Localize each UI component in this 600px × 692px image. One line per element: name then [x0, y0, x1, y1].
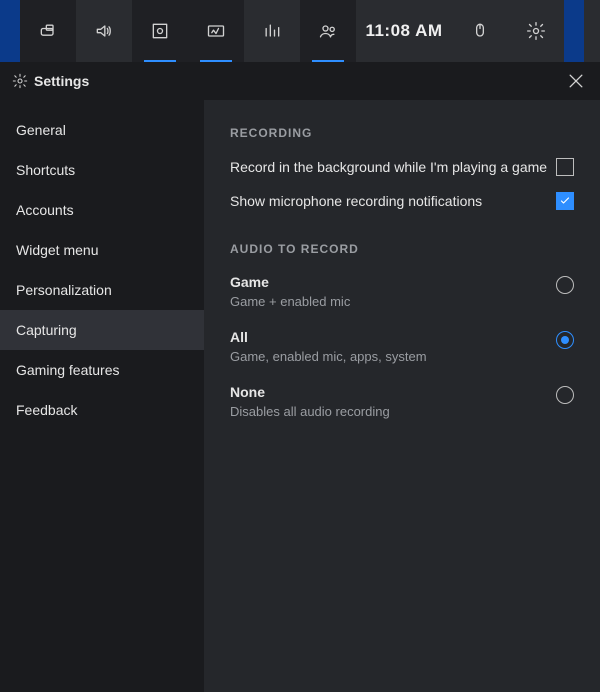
- sidebar-item-label: Personalization: [16, 282, 112, 298]
- widget-performance[interactable]: [188, 0, 244, 62]
- settings-title: Settings: [34, 73, 89, 89]
- record-background-label: Record in the background while I'm playi…: [230, 159, 547, 175]
- widget-social[interactable]: [300, 0, 356, 62]
- audio-option-desc: Game + enabled mic: [230, 294, 350, 309]
- widget-pin[interactable]: [452, 0, 508, 62]
- audio-option-all-radio[interactable]: [556, 331, 574, 349]
- clock: 11:08 AM: [356, 0, 452, 62]
- sidebar-item-accounts[interactable]: Accounts: [0, 190, 204, 230]
- recording-section: RECORDING Record in the background while…: [230, 126, 574, 210]
- edge-right: [564, 0, 584, 62]
- xbox-icon: [38, 21, 58, 41]
- sidebar-item-gaming-features[interactable]: Gaming features: [0, 350, 204, 390]
- mouse-icon: [470, 21, 490, 41]
- settings-sidebar: General Shortcuts Accounts Widget menu P…: [0, 100, 204, 692]
- widget-xbox[interactable]: [20, 0, 76, 62]
- widget-settings[interactable]: [508, 0, 564, 62]
- gear-icon: [526, 21, 546, 41]
- mic-notifications-checkbox[interactable]: [556, 192, 574, 210]
- close-button[interactable]: [564, 69, 588, 93]
- settings-content: RECORDING Record in the background while…: [204, 100, 600, 692]
- settings-header: Settings: [0, 62, 600, 100]
- gear-icon: [12, 73, 28, 89]
- record-background-row: Record in the background while I'm playi…: [230, 158, 574, 176]
- audio-option-desc: Disables all audio recording: [230, 404, 390, 419]
- close-icon: [566, 71, 586, 91]
- check-icon: [559, 195, 571, 207]
- sidebar-item-shortcuts[interactable]: Shortcuts: [0, 150, 204, 190]
- sidebar-item-label: Capturing: [16, 322, 77, 338]
- widget-capture[interactable]: [132, 0, 188, 62]
- capture-icon: [150, 21, 170, 41]
- record-background-checkbox[interactable]: [556, 158, 574, 176]
- sidebar-item-label: Widget menu: [16, 242, 98, 258]
- recording-title: RECORDING: [230, 126, 574, 140]
- audio-option-title: Game: [230, 274, 350, 290]
- audio-option-desc: Game, enabled mic, apps, system: [230, 349, 427, 364]
- edge-left: [0, 0, 20, 62]
- audio-option-title: None: [230, 384, 390, 400]
- audio-option-all: All Game, enabled mic, apps, system: [230, 329, 574, 364]
- sidebar-item-widget-menu[interactable]: Widget menu: [0, 230, 204, 270]
- performance-icon: [206, 21, 226, 41]
- audio-option-game-radio[interactable]: [556, 276, 574, 294]
- sidebar-item-label: Feedback: [16, 402, 77, 418]
- audio-option-none-radio[interactable]: [556, 386, 574, 404]
- sidebar-item-label: Shortcuts: [16, 162, 75, 178]
- audio-option-none: None Disables all audio recording: [230, 384, 574, 419]
- audio-option-game: Game Game + enabled mic: [230, 274, 574, 309]
- sidebar-item-personalization[interactable]: Personalization: [0, 270, 204, 310]
- widget-resources[interactable]: [244, 0, 300, 62]
- sidebar-item-feedback[interactable]: Feedback: [0, 390, 204, 430]
- sidebar-item-capturing[interactable]: Capturing: [0, 310, 204, 350]
- mic-notifications-label: Show microphone recording notifications: [230, 193, 482, 209]
- xbox-game-bar: 11:08 AM: [0, 0, 600, 62]
- sidebar-item-label: General: [16, 122, 66, 138]
- sidebar-item-general[interactable]: General: [0, 110, 204, 150]
- audio-title: AUDIO TO RECORD: [230, 242, 574, 256]
- sidebar-item-label: Gaming features: [16, 362, 120, 378]
- audio-section: AUDIO TO RECORD Game Game + enabled mic …: [230, 242, 574, 419]
- resources-icon: [262, 21, 282, 41]
- sidebar-item-label: Accounts: [16, 202, 74, 218]
- audio-icon: [94, 21, 114, 41]
- widget-audio[interactable]: [76, 0, 132, 62]
- social-icon: [318, 21, 338, 41]
- mic-notifications-row: Show microphone recording notifications: [230, 192, 574, 210]
- audio-option-title: All: [230, 329, 427, 345]
